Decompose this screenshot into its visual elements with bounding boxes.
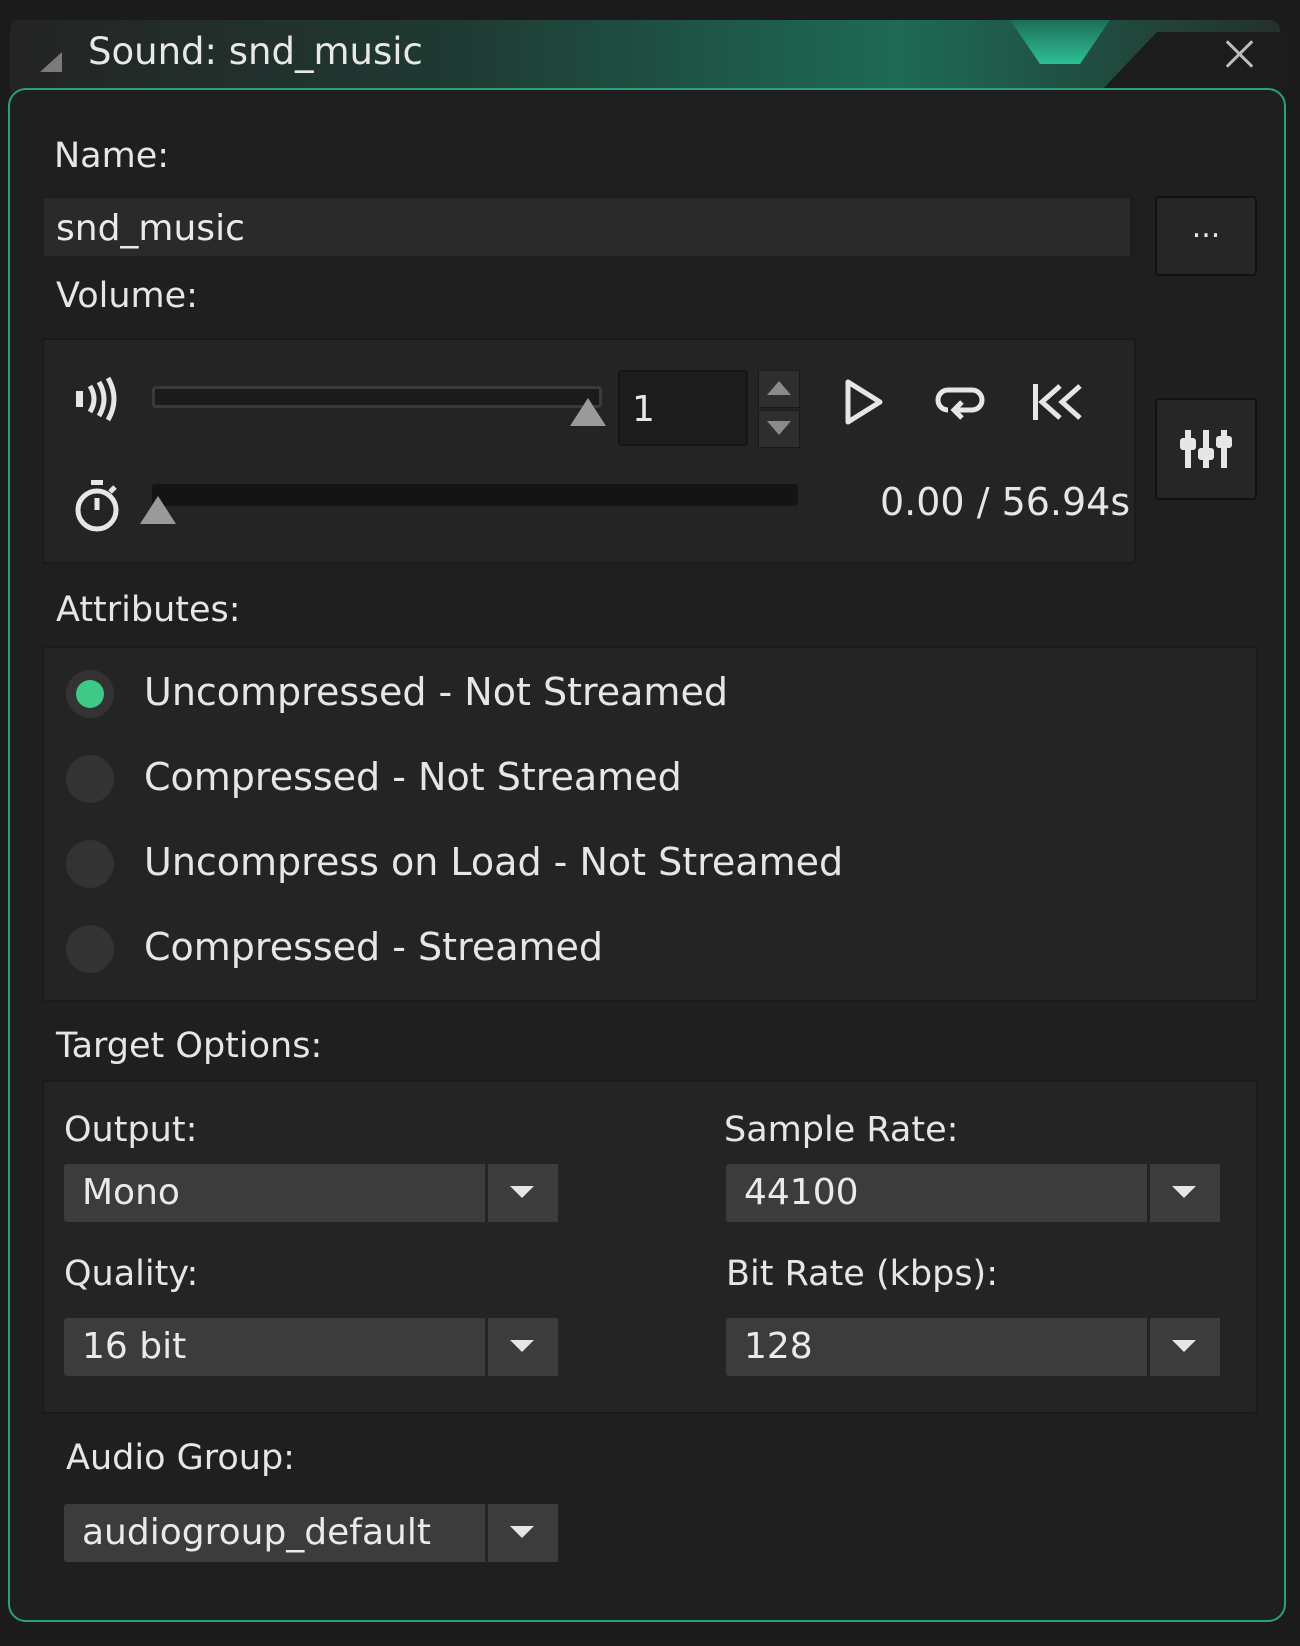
radio-button-selected[interactable] [66,670,114,718]
mixer-icon [1180,430,1232,468]
window-title: Sound: snd_music [88,30,423,73]
target-options-label: Target Options: [56,1026,323,1066]
sample-rate-value: 44100 [744,1172,859,1213]
chevron-down-icon[interactable] [485,1164,558,1222]
radio-button[interactable] [66,840,114,888]
audio-group-dropdown[interactable]: audiogroup_default [64,1504,558,1562]
playback-seek-track[interactable] [152,484,798,506]
radio-label: Uncompress on Load - Not Streamed [144,840,844,884]
radio-label: Compressed - Not Streamed [144,755,682,799]
radio-button[interactable] [66,755,114,803]
name-label: Name: [54,136,170,176]
name-input[interactable]: snd_music [42,196,1132,258]
close-icon[interactable] [1222,36,1258,72]
browse-button[interactable]: ... [1155,196,1257,276]
audio-group-value: audiogroup_default [82,1512,431,1553]
audio-group-label: Audio Group: [66,1438,295,1478]
playback-seek-handle[interactable] [140,496,176,524]
volume-slider-track[interactable] [152,386,602,408]
collapse-triangle-icon[interactable] [40,52,62,72]
volume-increment-button[interactable] [758,370,800,408]
bit-rate-label: Bit Rate (kbps): [726,1254,999,1294]
play-icon[interactable] [842,378,886,426]
attributes-label: Attributes: [56,590,241,630]
sample-rate-dropdown[interactable]: 44100 [726,1164,1220,1222]
bit-rate-value: 128 [744,1326,813,1367]
volume-label: Volume: [56,276,198,316]
radio-label: Uncompressed - Not Streamed [144,670,728,714]
bit-rate-dropdown[interactable]: 128 [726,1318,1220,1376]
chevron-down-icon[interactable] [485,1318,558,1376]
rewind-icon[interactable] [1030,380,1086,424]
sample-rate-label: Sample Rate: [724,1110,959,1150]
time-display: 0.00 / 56.94s [880,480,1131,524]
volume-slider-handle[interactable] [570,398,606,426]
volume-input[interactable]: 1 [618,370,748,446]
radio-button[interactable] [66,925,114,973]
output-dropdown[interactable]: Mono [64,1164,558,1222]
chevron-down-icon[interactable] [485,1504,558,1562]
output-label: Output: [64,1110,198,1150]
chevron-down-icon[interactable] [1147,1318,1220,1376]
quality-label: Quality: [64,1254,199,1294]
mixer-button[interactable] [1155,398,1257,500]
quality-value: 16 bit [82,1326,187,1367]
volume-decrement-button[interactable] [758,410,800,448]
chevron-down-icon[interactable] [1147,1164,1220,1222]
speaker-volume-icon[interactable] [72,374,122,424]
output-value: Mono [82,1172,180,1213]
radio-label: Compressed - Streamed [144,925,604,969]
stopwatch-icon [75,480,119,532]
quality-dropdown[interactable]: 16 bit [64,1318,558,1376]
loop-icon[interactable] [934,380,986,426]
volume-panel [42,338,1136,564]
